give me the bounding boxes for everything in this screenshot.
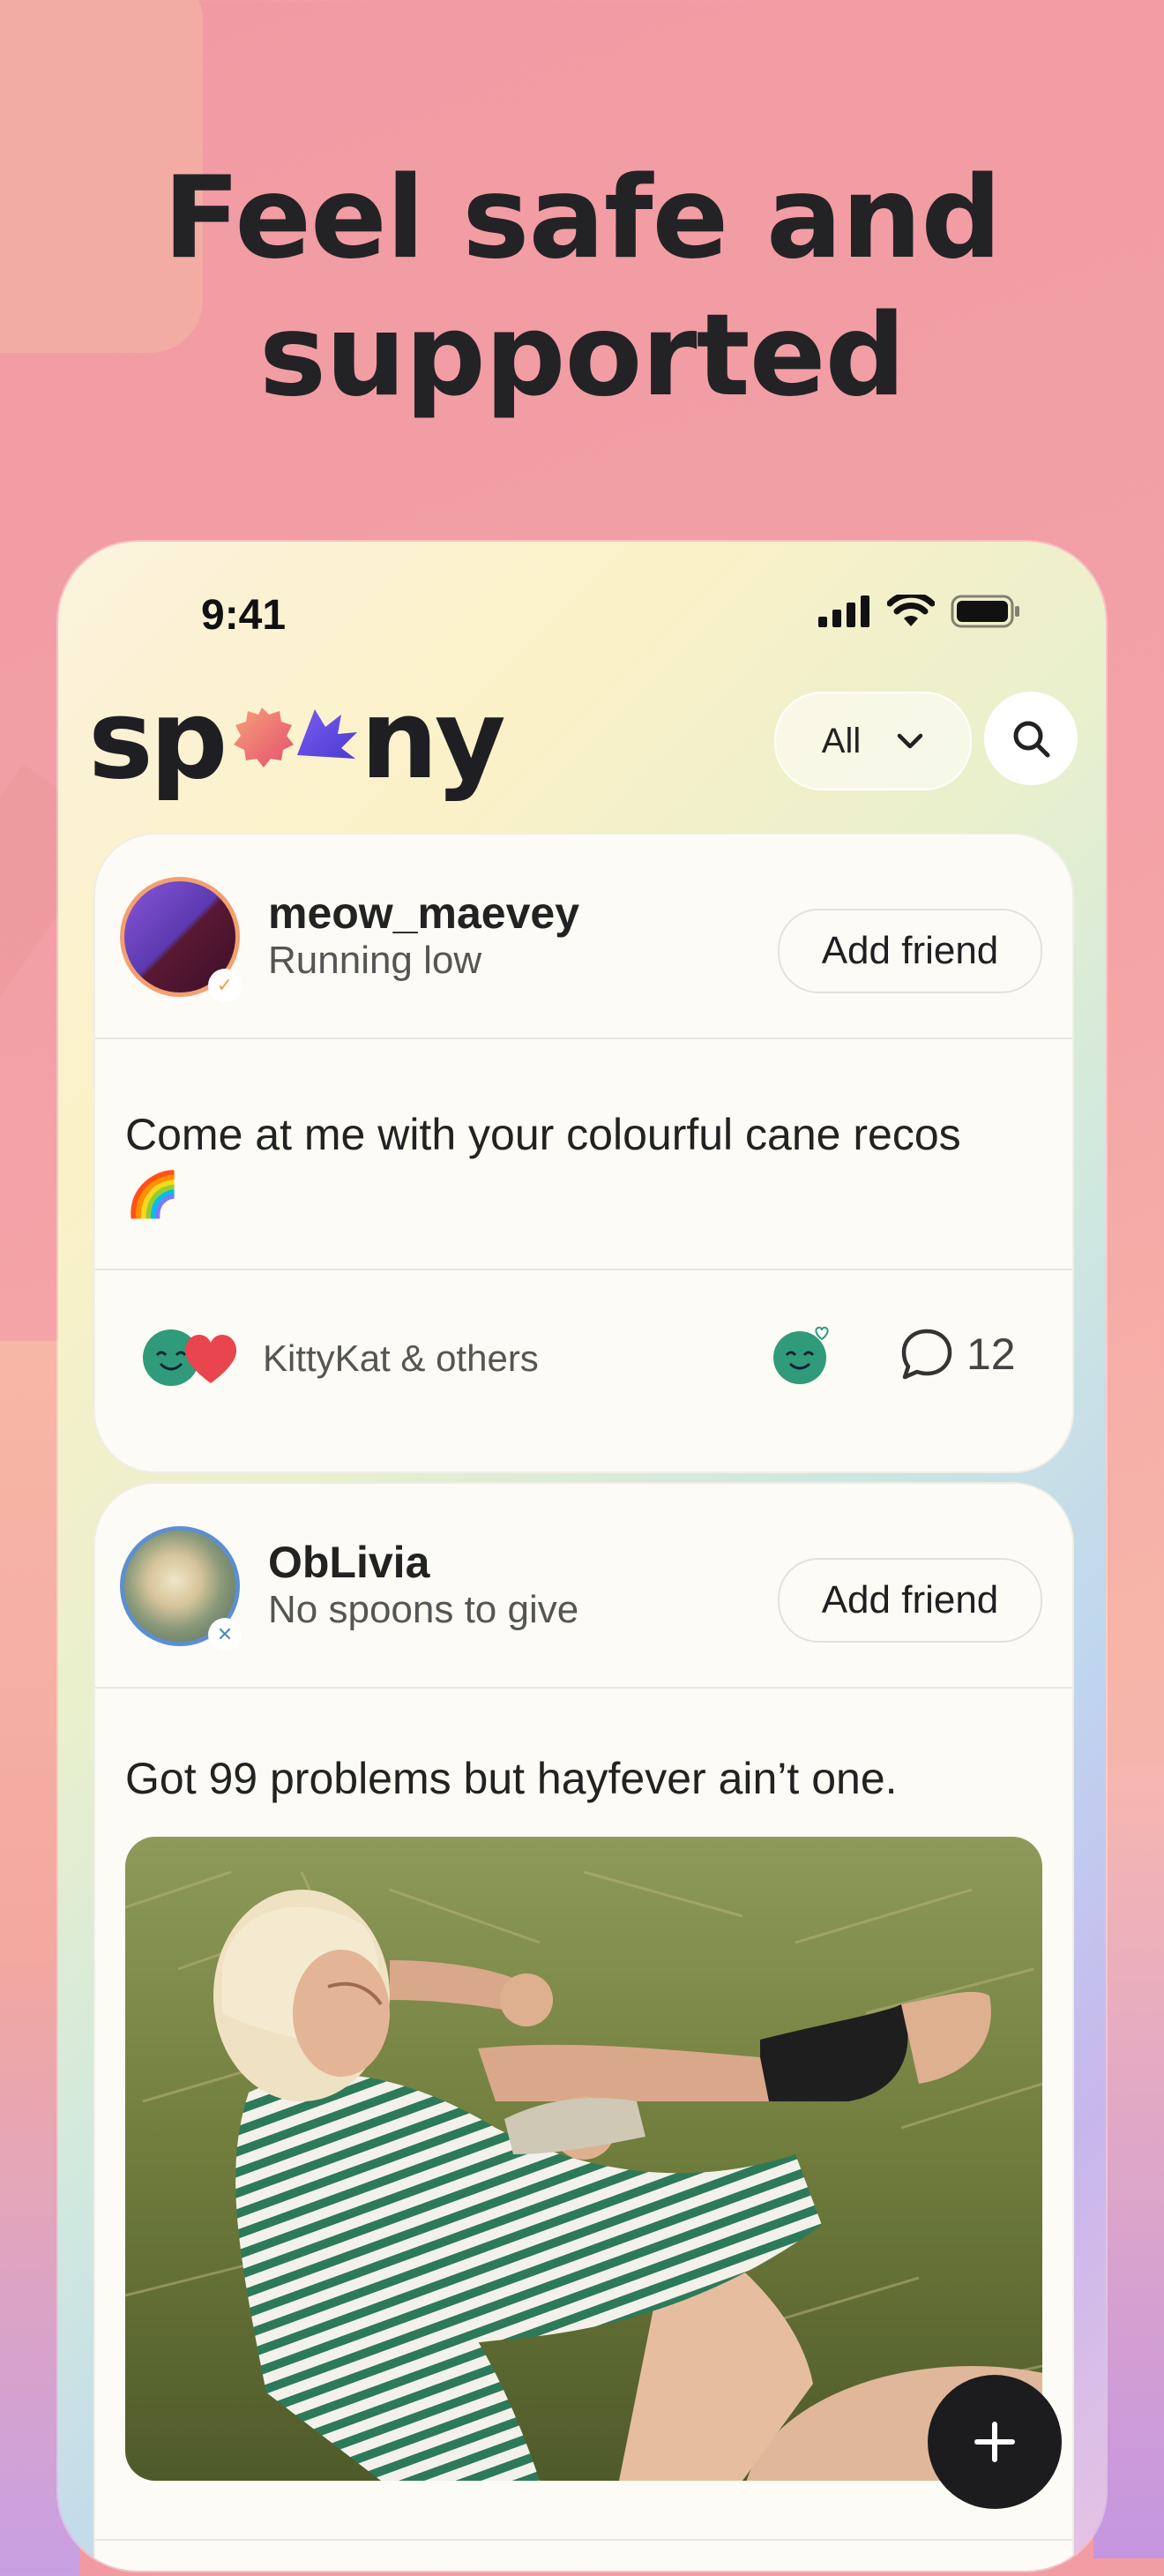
- user-status: No spoons to give: [268, 1588, 579, 1631]
- search-button[interactable]: [984, 692, 1078, 785]
- status-icons: [818, 595, 1021, 628]
- status-time: 9:41: [201, 592, 287, 639]
- spoony-logo-mark: [233, 708, 357, 768]
- divider: [95, 1037, 1072, 1039]
- feed-filter-dropdown[interactable]: All: [774, 692, 972, 790]
- logo-text-right: ny: [360, 677, 506, 804]
- smile-heart-icon: [773, 1326, 829, 1384]
- divider: [95, 1269, 1072, 1270]
- heart-reaction-icon: [184, 1335, 237, 1383]
- app-logo: sp ny: [88, 685, 506, 795]
- add-reaction-button[interactable]: [771, 1325, 832, 1387]
- add-friend-button[interactable]: Add friend: [778, 909, 1042, 993]
- post-header: ✓ meow_maevey Running low Add friend: [95, 835, 1072, 1037]
- reactions-summary[interactable]: [141, 1327, 256, 1389]
- reactions-names[interactable]: KittyKat & others: [263, 1337, 539, 1380]
- cellular-signal-icon: [818, 595, 869, 627]
- post-text: Come at me with your colourful cane reco…: [125, 1110, 961, 1219]
- filter-label: All: [821, 721, 862, 760]
- username[interactable]: meow_maevey: [268, 887, 579, 939]
- post-text: Got 99 problems but hayfever ain’t one.: [125, 1754, 898, 1803]
- headline-line-1: Feel safe and: [162, 153, 1002, 284]
- wifi-icon: [887, 595, 935, 626]
- logo-text-left: sp: [88, 677, 228, 804]
- add-friend-button[interactable]: Add friend: [778, 1558, 1042, 1643]
- promo-headline: Feel safe and supported: [0, 150, 1164, 425]
- chevron-down-icon: [897, 733, 923, 749]
- spoon-status-badge: ✕: [208, 1618, 242, 1651]
- post-reactions-row: KittyKat & others 12: [95, 1295, 1072, 1413]
- phone-screen: 9:41 sp ny All ✓ meow_maevey Running low…: [58, 542, 1106, 2571]
- divider: [95, 2539, 1072, 2541]
- status-bar: 9:41: [58, 542, 1106, 648]
- post-header: ✕ ObLivia No spoons to give Add friend: [95, 1484, 1072, 1687]
- user-status: Running low: [268, 939, 482, 982]
- spoon-status-badge: ✓: [208, 969, 242, 1002]
- post-card[interactable]: ✕ ObLivia No spoons to give Add friend G…: [93, 1482, 1074, 2571]
- battery-icon: [951, 595, 1019, 628]
- create-post-button[interactable]: [928, 2375, 1062, 2509]
- comments-button[interactable]: 12: [899, 1327, 1016, 1382]
- search-icon: [1013, 721, 1050, 758]
- comment-icon: [901, 1329, 952, 1380]
- divider: [95, 1687, 1072, 1689]
- comment-count: 12: [966, 1329, 1016, 1379]
- photo-woman-in-grass: [125, 1837, 1042, 2481]
- post-card[interactable]: ✓ meow_maevey Running low Add friend Com…: [93, 833, 1074, 1473]
- headline-line-2: supported: [258, 290, 906, 422]
- username[interactable]: ObLivia: [268, 1537, 429, 1588]
- post-photo[interactable]: [125, 1837, 1042, 2481]
- plus-icon: [974, 2422, 1015, 2462]
